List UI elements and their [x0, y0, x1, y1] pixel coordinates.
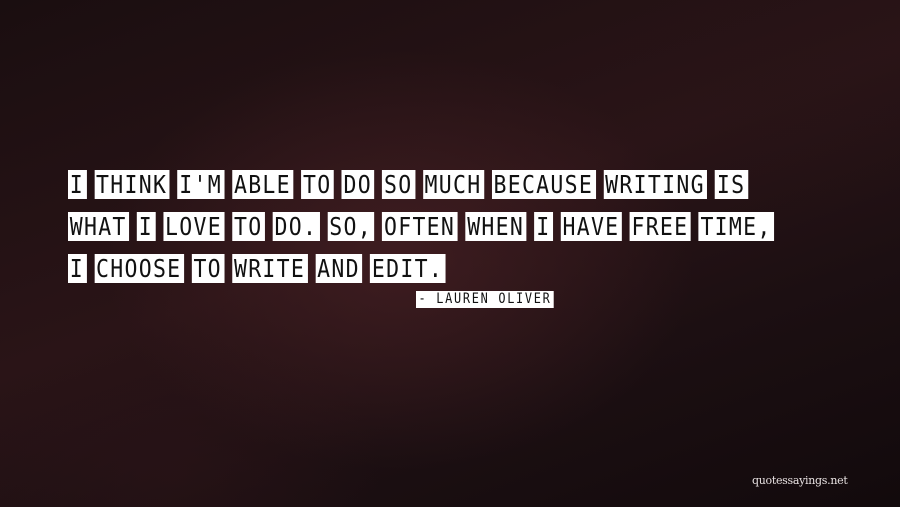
quote-word: AND	[315, 254, 363, 283]
quote-line-2: WHAT I LOVE TO DO. SO, OFTEN WHEN I HAVE FREE TIME,	[68, 210, 848, 252]
quote-word: DO	[341, 170, 375, 199]
quote-word: I	[136, 212, 156, 241]
author-name: - LAUREN OLIVER	[416, 291, 555, 308]
quote-word: ABLE	[232, 170, 294, 199]
quote-word: EDIT.	[370, 254, 446, 283]
site-watermark: quotessayings.net	[752, 474, 848, 487]
quote-word: SO,	[327, 212, 375, 241]
quote-word: THINK	[94, 170, 170, 199]
quote-word: TO	[301, 170, 335, 199]
quote-word: BECAUSE	[491, 170, 596, 199]
quote-author: - LAUREN OLIVER	[416, 290, 578, 308]
quote-word: MUCH	[422, 170, 485, 199]
quote-word: WHAT	[68, 212, 130, 241]
quote-word: LOVE	[163, 212, 225, 241]
quote-word: FREE	[629, 212, 691, 241]
quote-word: HAVE	[560, 212, 623, 241]
quote-word: I'M	[177, 170, 225, 199]
quote-word: TIME,	[698, 212, 775, 241]
quote-word: I	[534, 212, 554, 241]
quote-word: CHOOSE	[94, 254, 184, 283]
quote-line-3: I CHOOSE TO WRITE AND EDIT.	[68, 252, 848, 294]
quote-word: OFTEN	[382, 212, 458, 241]
quote-word: SO	[382, 170, 416, 199]
quote-word: I	[68, 254, 87, 283]
quote-word: IS	[715, 170, 748, 199]
quote-line-1: I THINK I'M ABLE TO DO SO MUCH BECAUSE WRITING IS	[68, 168, 848, 210]
quote-word: WHEN	[465, 212, 527, 241]
quote-text: I THINK I'M ABLE TO DO SO MUCH BECAUSE WRITING IS …	[68, 168, 848, 294]
quote-word: WRITING	[603, 170, 708, 199]
quote-word: TO	[232, 212, 266, 241]
quote-word: I	[68, 170, 87, 199]
quote-word: TO	[191, 254, 225, 283]
quote-word: DO.	[272, 212, 320, 241]
quote-word: WRITE	[232, 254, 308, 283]
